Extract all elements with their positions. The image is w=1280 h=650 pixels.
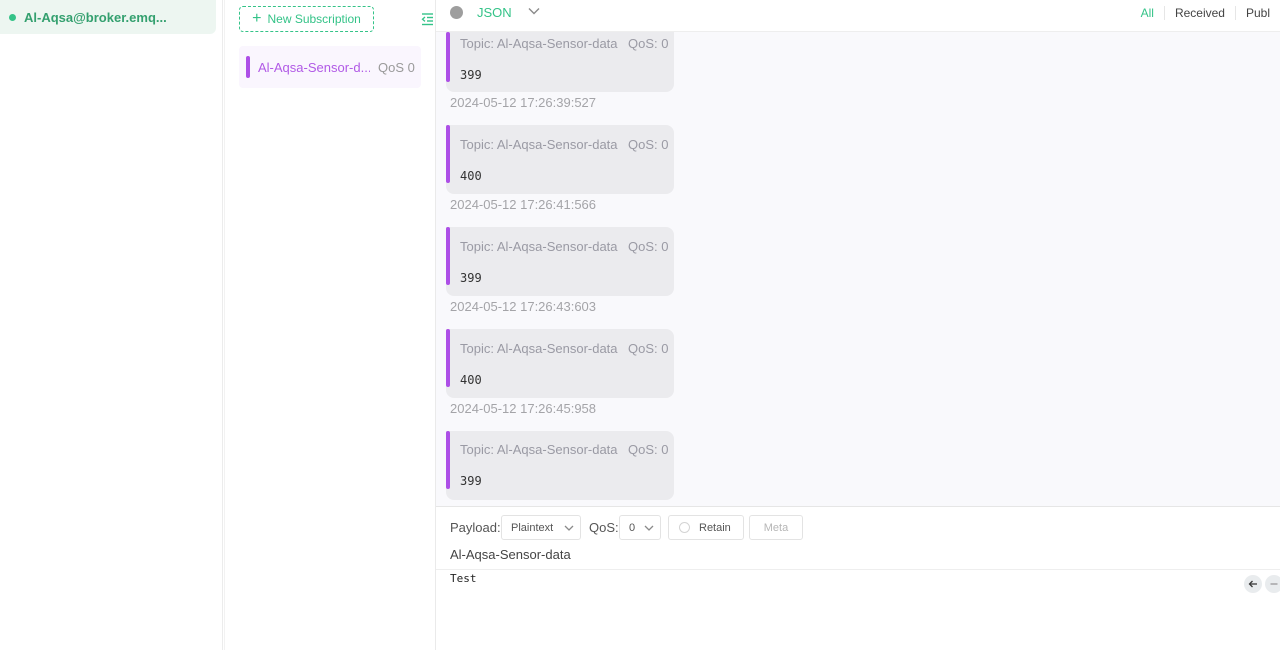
clear-button[interactable] bbox=[1265, 575, 1280, 593]
retain-toggle[interactable]: Retain bbox=[668, 515, 744, 540]
subscription-qos: QoS 0 bbox=[378, 59, 415, 75]
message-filter-tabs: All Received Publ bbox=[1131, 6, 1280, 20]
message-toolbar: JSON All Received Publ bbox=[436, 0, 1280, 32]
chevron-down-icon bbox=[644, 525, 654, 531]
message-qos: QoS: 0 bbox=[628, 239, 669, 254]
publish-topic-input[interactable]: Al-Aqsa-Sensor-data bbox=[450, 547, 571, 562]
message-timestamp: 2024-05-12 17:26:45:958 bbox=[450, 401, 597, 416]
status-icon bbox=[450, 6, 463, 19]
payload-type-select[interactable]: Plaintext bbox=[501, 515, 581, 540]
meta-label: Meta bbox=[763, 521, 789, 534]
chevron-down-icon[interactable] bbox=[528, 6, 540, 16]
message-color-bar bbox=[446, 227, 450, 285]
qos-label: QoS: bbox=[589, 520, 619, 535]
collapse-panel-icon[interactable] bbox=[421, 12, 434, 26]
connections-sidebar: Al-Aqsa@broker.emq... bbox=[0, 0, 223, 650]
publish-payload-editor[interactable]: Test bbox=[450, 572, 477, 585]
plus-icon: + bbox=[252, 10, 262, 27]
message-color-bar bbox=[446, 431, 450, 489]
subscription-item[interactable]: Al-Aqsa-Sensor-d... QoS 0 bbox=[239, 46, 421, 88]
connection-name: Al-Aqsa@broker.emq... bbox=[24, 9, 167, 25]
message-payload: 400 bbox=[460, 169, 482, 183]
qos-select[interactable]: 0 bbox=[619, 515, 661, 540]
message-card[interactable]: Topic: Al-Aqsa-Sensor-data QoS: 0 399 bbox=[446, 32, 674, 92]
meta-button[interactable]: Meta bbox=[749, 515, 803, 540]
message-qos: QoS: 0 bbox=[628, 442, 669, 457]
subscriptions-panel: + New Subscription Al-Aqsa-Sensor-d... Q… bbox=[224, 0, 436, 650]
message-topic: Topic: Al-Aqsa-Sensor-data bbox=[460, 239, 618, 254]
message-topic: Topic: Al-Aqsa-Sensor-data bbox=[460, 442, 618, 457]
retain-label: Retain bbox=[699, 521, 731, 534]
filter-published-tab[interactable]: Publ bbox=[1234, 6, 1280, 20]
message-qos: QoS: 0 bbox=[628, 137, 669, 152]
message-qos: QoS: 0 bbox=[628, 341, 669, 356]
arrow-left-icon bbox=[1248, 580, 1257, 588]
message-payload: 399 bbox=[460, 68, 482, 82]
message-timestamp: 2024-05-12 17:26:39:527 bbox=[450, 95, 597, 110]
message-list[interactable]: Topic: Al-Aqsa-Sensor-data QoS: 0 399 20… bbox=[436, 32, 1280, 506]
message-payload: 399 bbox=[460, 474, 482, 488]
filter-all-tab[interactable]: All bbox=[1131, 6, 1164, 20]
message-color-bar bbox=[446, 32, 450, 82]
message-card[interactable]: Topic: Al-Aqsa-Sensor-data QoS: 0 400 bbox=[446, 329, 674, 398]
history-back-button[interactable] bbox=[1244, 575, 1262, 593]
payload-type-value: Plaintext bbox=[511, 521, 554, 534]
divider bbox=[436, 569, 1280, 570]
retain-radio bbox=[679, 522, 690, 533]
message-payload: 399 bbox=[460, 271, 482, 285]
new-subscription-button[interactable]: + New Subscription bbox=[239, 6, 374, 32]
connection-status-dot bbox=[9, 13, 16, 21]
message-timestamp: 2024-05-12 17:26:43:603 bbox=[450, 299, 597, 314]
message-topic: Topic: Al-Aqsa-Sensor-data bbox=[460, 341, 618, 356]
message-color-bar bbox=[446, 329, 450, 387]
publish-panel: Payload: Plaintext QoS: 0 Retain Meta Al… bbox=[436, 506, 1280, 650]
new-subscription-label: New Subscription bbox=[267, 12, 361, 26]
payload-format-select[interactable]: JSON bbox=[477, 5, 512, 20]
chevron-down-icon bbox=[564, 525, 574, 531]
minus-icon bbox=[1270, 583, 1278, 585]
payload-label: Payload: bbox=[450, 520, 501, 535]
message-card[interactable]: Topic: Al-Aqsa-Sensor-data QoS: 0 399 bbox=[446, 227, 674, 296]
filter-received-tab[interactable]: Received bbox=[1163, 6, 1235, 20]
message-topic: Topic: Al-Aqsa-Sensor-data bbox=[460, 137, 618, 152]
message-card[interactable]: Topic: Al-Aqsa-Sensor-data QoS: 0 399 bbox=[446, 431, 674, 500]
message-topic: Topic: Al-Aqsa-Sensor-data bbox=[460, 36, 618, 51]
message-payload: 400 bbox=[460, 373, 482, 387]
subscription-color-bar bbox=[246, 56, 250, 78]
connection-item[interactable]: Al-Aqsa@broker.emq... bbox=[0, 0, 216, 34]
message-color-bar bbox=[446, 125, 450, 183]
message-qos: QoS: 0 bbox=[628, 36, 669, 51]
subscription-topic: Al-Aqsa-Sensor-d... bbox=[258, 59, 370, 75]
qos-value: 0 bbox=[629, 521, 636, 534]
message-card[interactable]: Topic: Al-Aqsa-Sensor-data QoS: 0 400 bbox=[446, 125, 674, 194]
message-timestamp: 2024-05-12 17:26:41:566 bbox=[450, 197, 597, 212]
